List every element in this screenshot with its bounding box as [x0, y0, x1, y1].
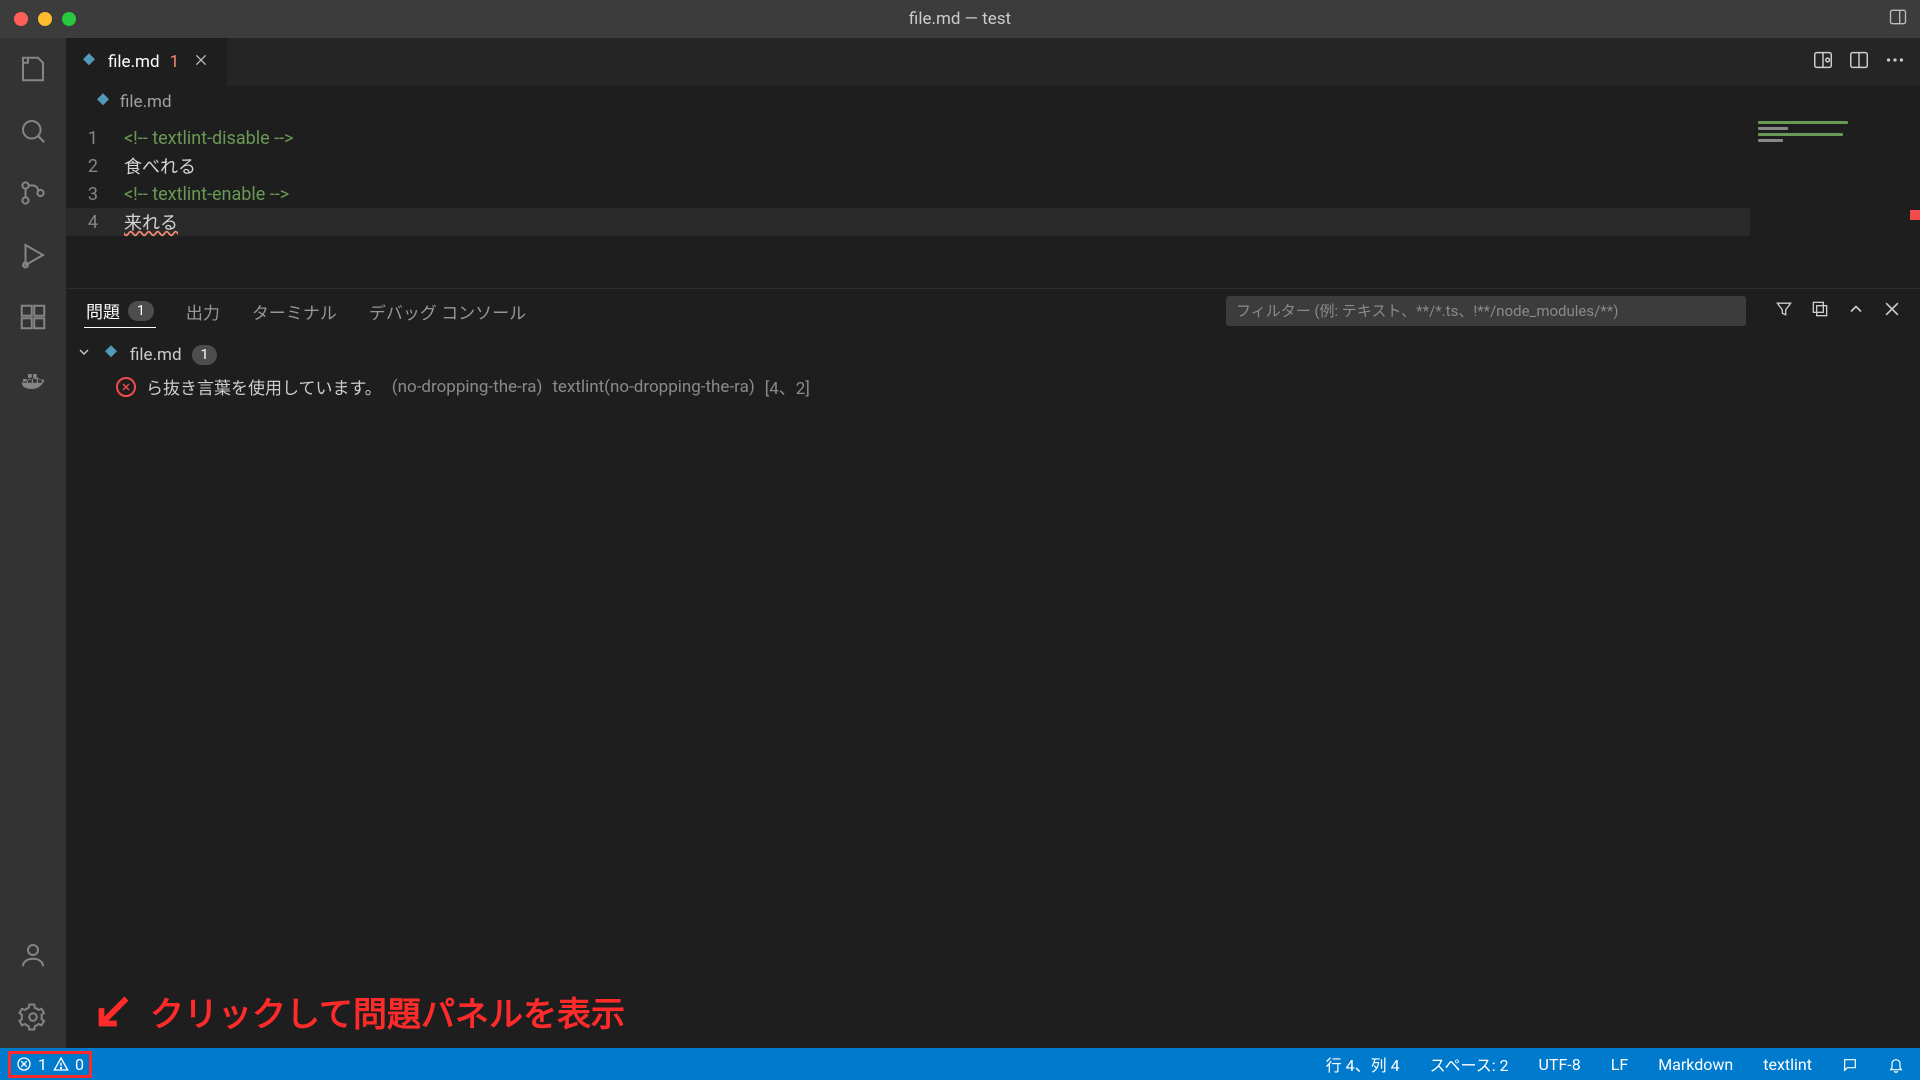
editor-actions [1812, 38, 1920, 86]
docker-icon[interactable] [16, 362, 50, 396]
titlebar: file.md — test [0, 0, 1920, 38]
panel-tabs: 問題 1 出力 ターミナル デバッグ コンソール [66, 289, 1920, 333]
markdown-file-icon [94, 91, 112, 114]
error-icon [116, 377, 136, 397]
run-debug-icon[interactable] [16, 238, 50, 272]
line-number: 4 [66, 212, 124, 233]
problem-file-count: 1 [192, 345, 218, 365]
panel-tab-terminal[interactable]: ターミナル [250, 295, 339, 328]
problem-rule: (no-dropping-the-ra) [392, 377, 543, 397]
status-indentation[interactable]: スペース: 2 [1424, 1052, 1515, 1076]
code-editor[interactable]: 1<!-- textlint-disable -->2食べれる3<!-- tex… [66, 118, 1920, 288]
chevron-up-icon[interactable] [1846, 299, 1866, 324]
layout-icon[interactable] [1888, 7, 1908, 31]
status-warning-count: 0 [75, 1055, 84, 1074]
status-problems-button[interactable]: 1 0 [10, 1053, 90, 1076]
panel-tab-problems[interactable]: 問題 1 [84, 294, 156, 328]
open-preview-icon[interactable] [1812, 49, 1834, 75]
panel-tab-debug-console[interactable]: デバッグ コンソール [367, 295, 528, 328]
warning-triangle-icon [53, 1056, 69, 1072]
tab-file-md[interactable]: file.md 1 [66, 38, 228, 86]
problem-source: textlint(no-dropping-the-ra) [552, 377, 754, 397]
settings-gear-icon[interactable] [16, 1000, 50, 1034]
close-panel-icon[interactable] [1882, 299, 1902, 324]
problem-location: [4、2] [765, 374, 810, 399]
notifications-bell-icon[interactable] [1882, 1055, 1910, 1074]
status-bar: 1 0 行 4、列 4 スペース: 2 UTF-8 LF Markdown te… [0, 1048, 1920, 1080]
overview-ruler[interactable] [1906, 118, 1920, 288]
account-icon[interactable] [16, 938, 50, 972]
filter-icon[interactable] [1774, 299, 1794, 324]
activity-bar [0, 38, 66, 1048]
error-circle-icon [16, 1056, 32, 1072]
code-line[interactable]: 3<!-- textlint-enable --> [66, 180, 1920, 208]
status-eol[interactable]: LF [1605, 1055, 1634, 1074]
breadcrumb-filename: file.md [120, 92, 172, 112]
line-number: 2 [66, 156, 124, 177]
line-number: 3 [66, 184, 124, 205]
feedback-icon[interactable] [1836, 1055, 1864, 1074]
panel-tab-output[interactable]: 出力 [184, 295, 222, 328]
line-content: 来れる [124, 209, 178, 235]
panel-tab-label: デバッグ コンソール [369, 299, 526, 324]
status-error-count: 1 [38, 1055, 47, 1074]
search-icon[interactable] [16, 114, 50, 148]
app-window: file.md — test file.md 1 [0, 0, 1920, 1080]
window-title: file.md — test [0, 9, 1920, 29]
markdown-file-icon [102, 343, 120, 366]
status-encoding[interactable]: UTF-8 [1533, 1055, 1587, 1074]
line-content: 食べれる [124, 153, 196, 179]
problems-list: file.md 1 ら抜き言葉を使用しています。 (no-dropping-th… [66, 333, 1920, 1048]
breadcrumb[interactable]: file.md [66, 86, 1920, 118]
markdown-file-icon [80, 51, 98, 74]
problem-message: ら抜き言葉を使用しています。 [146, 374, 382, 399]
chevron-down-icon[interactable] [76, 344, 92, 365]
panel-tab-label: ターミナル [252, 299, 337, 324]
status-linter[interactable]: textlint [1757, 1055, 1818, 1074]
minimap[interactable] [1750, 118, 1920, 288]
main-body: file.md 1 file.md 1<!-- te [0, 38, 1920, 1048]
tab-problem-count: 1 [170, 52, 180, 72]
explorer-icon[interactable] [16, 52, 50, 86]
bottom-panel: 問題 1 出力 ターミナル デバッグ コンソール [66, 288, 1920, 1048]
status-language-mode[interactable]: Markdown [1652, 1055, 1739, 1074]
line-number: 1 [66, 128, 124, 149]
problem-file-row[interactable]: file.md 1 [76, 339, 1910, 370]
split-editor-icon[interactable] [1848, 49, 1870, 75]
code-line[interactable]: 1<!-- textlint-disable --> [66, 124, 1920, 152]
line-content: <!-- textlint-enable --> [124, 184, 289, 205]
tab-close-button[interactable] [189, 52, 213, 73]
problems-badge: 1 [128, 301, 154, 321]
collapse-all-icon[interactable] [1810, 299, 1830, 324]
error-marker[interactable] [1910, 210, 1920, 220]
editor-tabs: file.md 1 [66, 38, 1920, 86]
code-line[interactable]: 2食べれる [66, 152, 1920, 180]
code-line[interactable]: 4来れる [66, 208, 1920, 236]
tab-filename: file.md [108, 52, 160, 72]
problems-filter-input[interactable] [1226, 296, 1746, 326]
problem-item[interactable]: ら抜き言葉を使用しています。 (no-dropping-the-ra) text… [76, 370, 1910, 403]
panel-tab-label: 問題 [86, 298, 120, 323]
source-control-icon[interactable] [16, 176, 50, 210]
line-content: <!-- textlint-disable --> [124, 128, 293, 149]
more-actions-icon[interactable] [1884, 49, 1906, 75]
status-cursor-position[interactable]: 行 4、列 4 [1320, 1052, 1406, 1076]
panel-tab-label: 出力 [186, 299, 220, 324]
extensions-icon[interactable] [16, 300, 50, 334]
problem-file-name: file.md [130, 345, 182, 365]
editor-group: file.md 1 file.md 1<!-- te [66, 38, 1920, 1048]
